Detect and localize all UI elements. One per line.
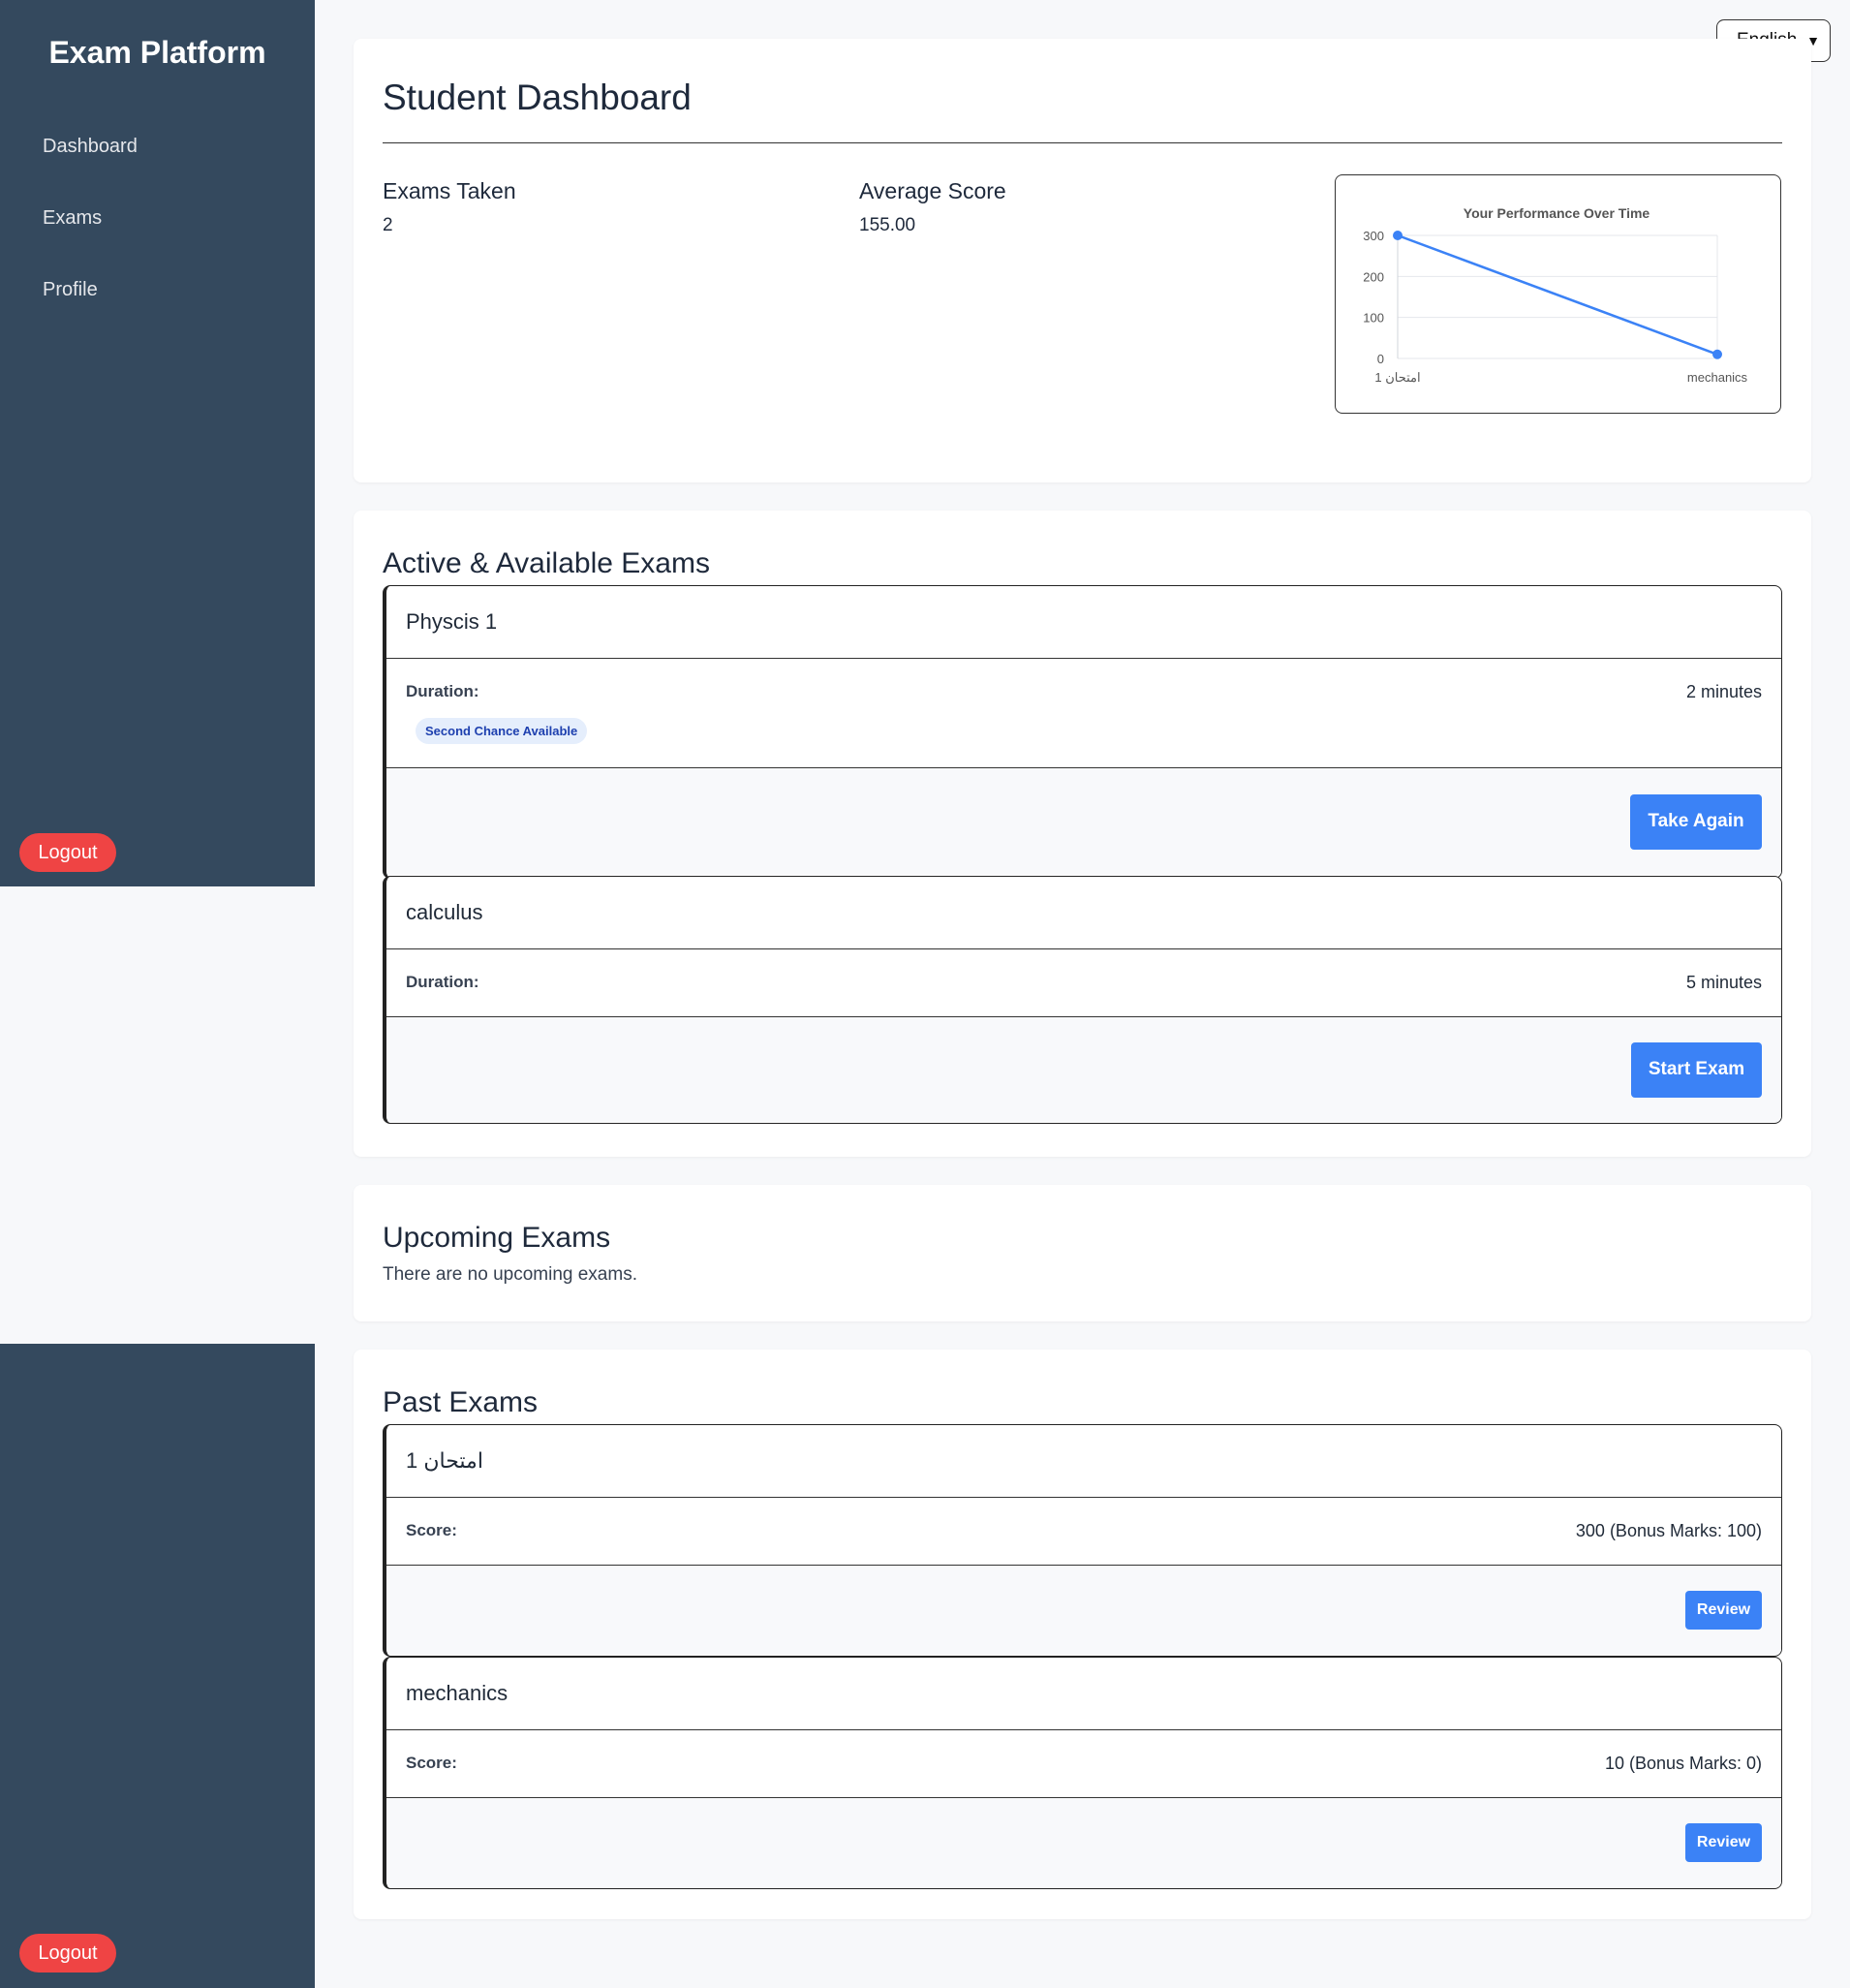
past-exam-card-1: امتحان 1 Score: 300 (Bonus Marks: 100) R…	[383, 1424, 1782, 1657]
past-exam-card-2: mechanics Score: 10 (Bonus Marks: 0) Rev…	[383, 1657, 1782, 1889]
exam-name: امتحان 1	[386, 1425, 1781, 1498]
average-score-value: 155.00	[859, 215, 916, 235]
exam-name: Physcis 1	[386, 586, 1781, 659]
chart-ytick-label: 100	[1363, 311, 1384, 326]
exams-taken-label: Exams Taken	[383, 178, 516, 203]
active-exams-title: Active & Available Exams	[383, 547, 710, 579]
exam-card-calculus: calculus Duration: 5 minutes Start Exam	[383, 876, 1782, 1124]
start-exam-button[interactable]: Start Exam	[1631, 1041, 1762, 1098]
chart-xtick-label: mechanics	[1687, 370, 1748, 385]
upcoming-exams-title: Upcoming Exams	[383, 1222, 611, 1254]
exam-score-row: Score: 300 (Bonus Marks: 100)	[386, 1498, 1781, 1566]
active-exams-card: Active & Available Exams Physcis 1 Durat…	[354, 511, 1811, 1157]
performance-chart: Your Performance Over Time 0 100 200 300 ام…	[1335, 174, 1781, 414]
past-exams-card: Past Exams امتحان 1 Score: 300 (Bonus Ma…	[354, 1350, 1811, 1919]
past-exams-title: Past Exams	[383, 1386, 539, 1418]
duration-label: Duration:	[406, 973, 479, 991]
second-chance-badge: Second Chance Available	[416, 718, 588, 744]
score-label: Score:	[406, 1754, 457, 1772]
logout-button-lower[interactable]: Logout	[19, 1934, 116, 1972]
duration-value: 2 minutes	[1685, 682, 1762, 701]
sidebar-lower: Logout	[0, 1344, 315, 1988]
sidebar-item-profile[interactable]: Profile	[0, 254, 315, 326]
logout-button[interactable]: Logout	[19, 833, 116, 872]
performance-chart-svg: Your Performance Over Time 0 100 200 300 ام…	[1363, 205, 1748, 385]
score-value: 10 (Bonus Marks: 0)	[1604, 1754, 1762, 1773]
upcoming-exams-card: Upcoming Exams There are no upcoming exa…	[354, 1185, 1811, 1321]
exam-footer: Review	[386, 1798, 1781, 1887]
exam-duration-row: Duration: 2 minutes Second Chance Availa…	[386, 659, 1781, 768]
chart-ytick-label: 0	[1377, 352, 1384, 366]
chart-point	[1393, 231, 1403, 240]
exam-footer: Start Exam	[386, 1017, 1781, 1122]
divider	[383, 142, 1782, 143]
chart-title: Your Performance Over Time	[1464, 205, 1650, 221]
chart-series-line	[1397, 233, 1718, 356]
sidebar-item-dashboard[interactable]: Dashboard	[0, 110, 315, 182]
sidebar: Exam Platform Dashboard Exams Profile Lo…	[0, 0, 315, 886]
brand-title: Exam Platform	[48, 35, 266, 70]
exam-score-row: Score: 10 (Bonus Marks: 0)	[386, 1730, 1781, 1798]
review-button[interactable]: Review	[1685, 1823, 1762, 1862]
exam-footer: Review	[386, 1566, 1781, 1655]
chart-ytick-label: 300	[1363, 229, 1384, 243]
sidebar-item-exams[interactable]: Exams	[0, 182, 315, 254]
page-title: Student Dashboard	[383, 78, 692, 117]
exam-duration-row: Duration: 5 minutes	[386, 949, 1781, 1017]
chart-point	[1712, 349, 1722, 359]
chart-xtick-label: امتحان 1	[1374, 370, 1420, 385]
take-again-button[interactable]: Take Again	[1630, 793, 1762, 850]
average-score-label: Average Score	[859, 178, 1006, 203]
review-button[interactable]: Review	[1685, 1591, 1762, 1630]
score-value: 300 (Bonus Marks: 100)	[1575, 1521, 1762, 1540]
exam-footer: Take Again	[386, 768, 1781, 875]
chart-ytick-label: 200	[1363, 269, 1384, 284]
exam-card-physcis-1: Physcis 1 Duration: 2 minutes Second Cha…	[383, 585, 1782, 879]
exams-taken-value: 2	[383, 215, 393, 235]
score-label: Score:	[406, 1521, 457, 1539]
dashboard-card: Student Dashboard Exams Taken 2 Average …	[354, 39, 1811, 482]
duration-label: Duration:	[406, 682, 479, 700]
duration-value: 5 minutes	[1685, 973, 1762, 992]
exam-name: mechanics	[386, 1658, 1781, 1730]
exam-name: calculus	[386, 877, 1781, 949]
upcoming-empty-text: There are no upcoming exams.	[383, 1264, 637, 1285]
